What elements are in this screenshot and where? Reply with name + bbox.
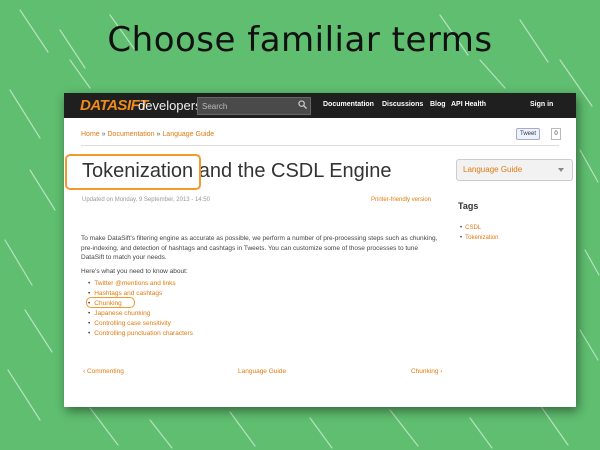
breadcrumb-separator: » [101, 131, 106, 138]
pager-next[interactable]: Chunking › [411, 368, 442, 375]
nav-blog[interactable]: Blog [430, 101, 446, 108]
bullet: • [88, 280, 91, 287]
list-item[interactable]: • Japanese chunking [88, 309, 193, 319]
tweet-count: 0 [551, 128, 561, 140]
tag-list: • CSDL • Tokenization [460, 223, 498, 243]
chunking-highlight-annotation [86, 297, 135, 308]
bullet: • [88, 330, 91, 337]
search-icon[interactable] [298, 100, 307, 109]
sign-in-link[interactable]: Sign in [530, 101, 553, 108]
slide-headline: Choose familiar terms [107, 20, 493, 60]
bullet: • [88, 310, 91, 317]
breadcrumb-home[interactable]: Home [81, 131, 100, 138]
developers-label: developers [138, 98, 202, 113]
bullet: • [460, 235, 463, 241]
topic-link[interactable]: Hashtags and cashtags [94, 290, 162, 297]
topics-intro: Here's what you need to know about: [81, 268, 188, 275]
breadcrumb-language-guide[interactable]: Language Guide [162, 131, 214, 138]
breadcrumb-documentation[interactable]: Documentation [108, 131, 155, 138]
language-guide-dropdown[interactable]: Language Guide [456, 159, 573, 181]
nav-api-health[interactable]: API Health [451, 101, 486, 108]
topic-link[interactable]: Twitter @mentions and links [94, 280, 175, 287]
header-divider [81, 145, 559, 146]
list-item[interactable]: • CSDL [460, 223, 498, 233]
tag-link[interactable]: CSDL [465, 225, 481, 231]
breadcrumb: Home » Documentation » Language Guide [81, 131, 214, 138]
website-screenshot: DATASIFT developers Documentation Discus… [64, 93, 576, 407]
tag-link[interactable]: Tokenization [465, 235, 498, 241]
title-highlight-annotation [65, 154, 201, 190]
tags-heading: Tags [458, 201, 479, 211]
breadcrumb-separator: » [156, 131, 161, 138]
topic-link[interactable]: Controlling case sensitivity [94, 320, 171, 327]
pager-up[interactable]: Language Guide [238, 368, 286, 375]
topic-list: • Twitter @mentions and links • Hashtags a… [88, 279, 193, 339]
bullet: • [88, 320, 91, 327]
pager-previous[interactable]: ‹ Commenting [83, 368, 124, 375]
chevron-down-icon [558, 168, 564, 172]
nav-discussions[interactable]: Discussions [382, 101, 423, 108]
bullet: • [460, 225, 463, 231]
intro-paragraph: To make DataSift's filtering engine as a… [81, 235, 438, 261]
list-item[interactable]: • Controlling case sensitivity [88, 319, 193, 329]
topic-link[interactable]: Japanese chunking [94, 310, 150, 317]
list-item[interactable]: • Tokenization [460, 233, 498, 243]
list-item[interactable]: • Twitter @mentions and links [88, 279, 193, 289]
bullet: • [88, 290, 91, 297]
topic-link[interactable]: Controlling punctuation characters [94, 330, 193, 337]
dropdown-label: Language Guide [463, 165, 523, 174]
search-input[interactable] [200, 98, 294, 114]
list-item[interactable]: • Controlling punctuation characters [88, 329, 193, 339]
printer-friendly-link[interactable]: Printer-friendly version [371, 197, 431, 203]
tweet-button[interactable]: Tweet [516, 128, 541, 140]
slide-background: Choose familiar terms DATASIFT developer… [0, 0, 600, 450]
updated-date: Updated on Monday, 9 September, 2013 - 1… [82, 197, 210, 203]
tweet-label: Tweet [520, 131, 537, 137]
top-navigation-bar: DATASIFT developers Documentation Discus… [64, 93, 576, 118]
nav-documentation[interactable]: Documentation [323, 101, 374, 108]
search-box[interactable] [197, 97, 311, 115]
